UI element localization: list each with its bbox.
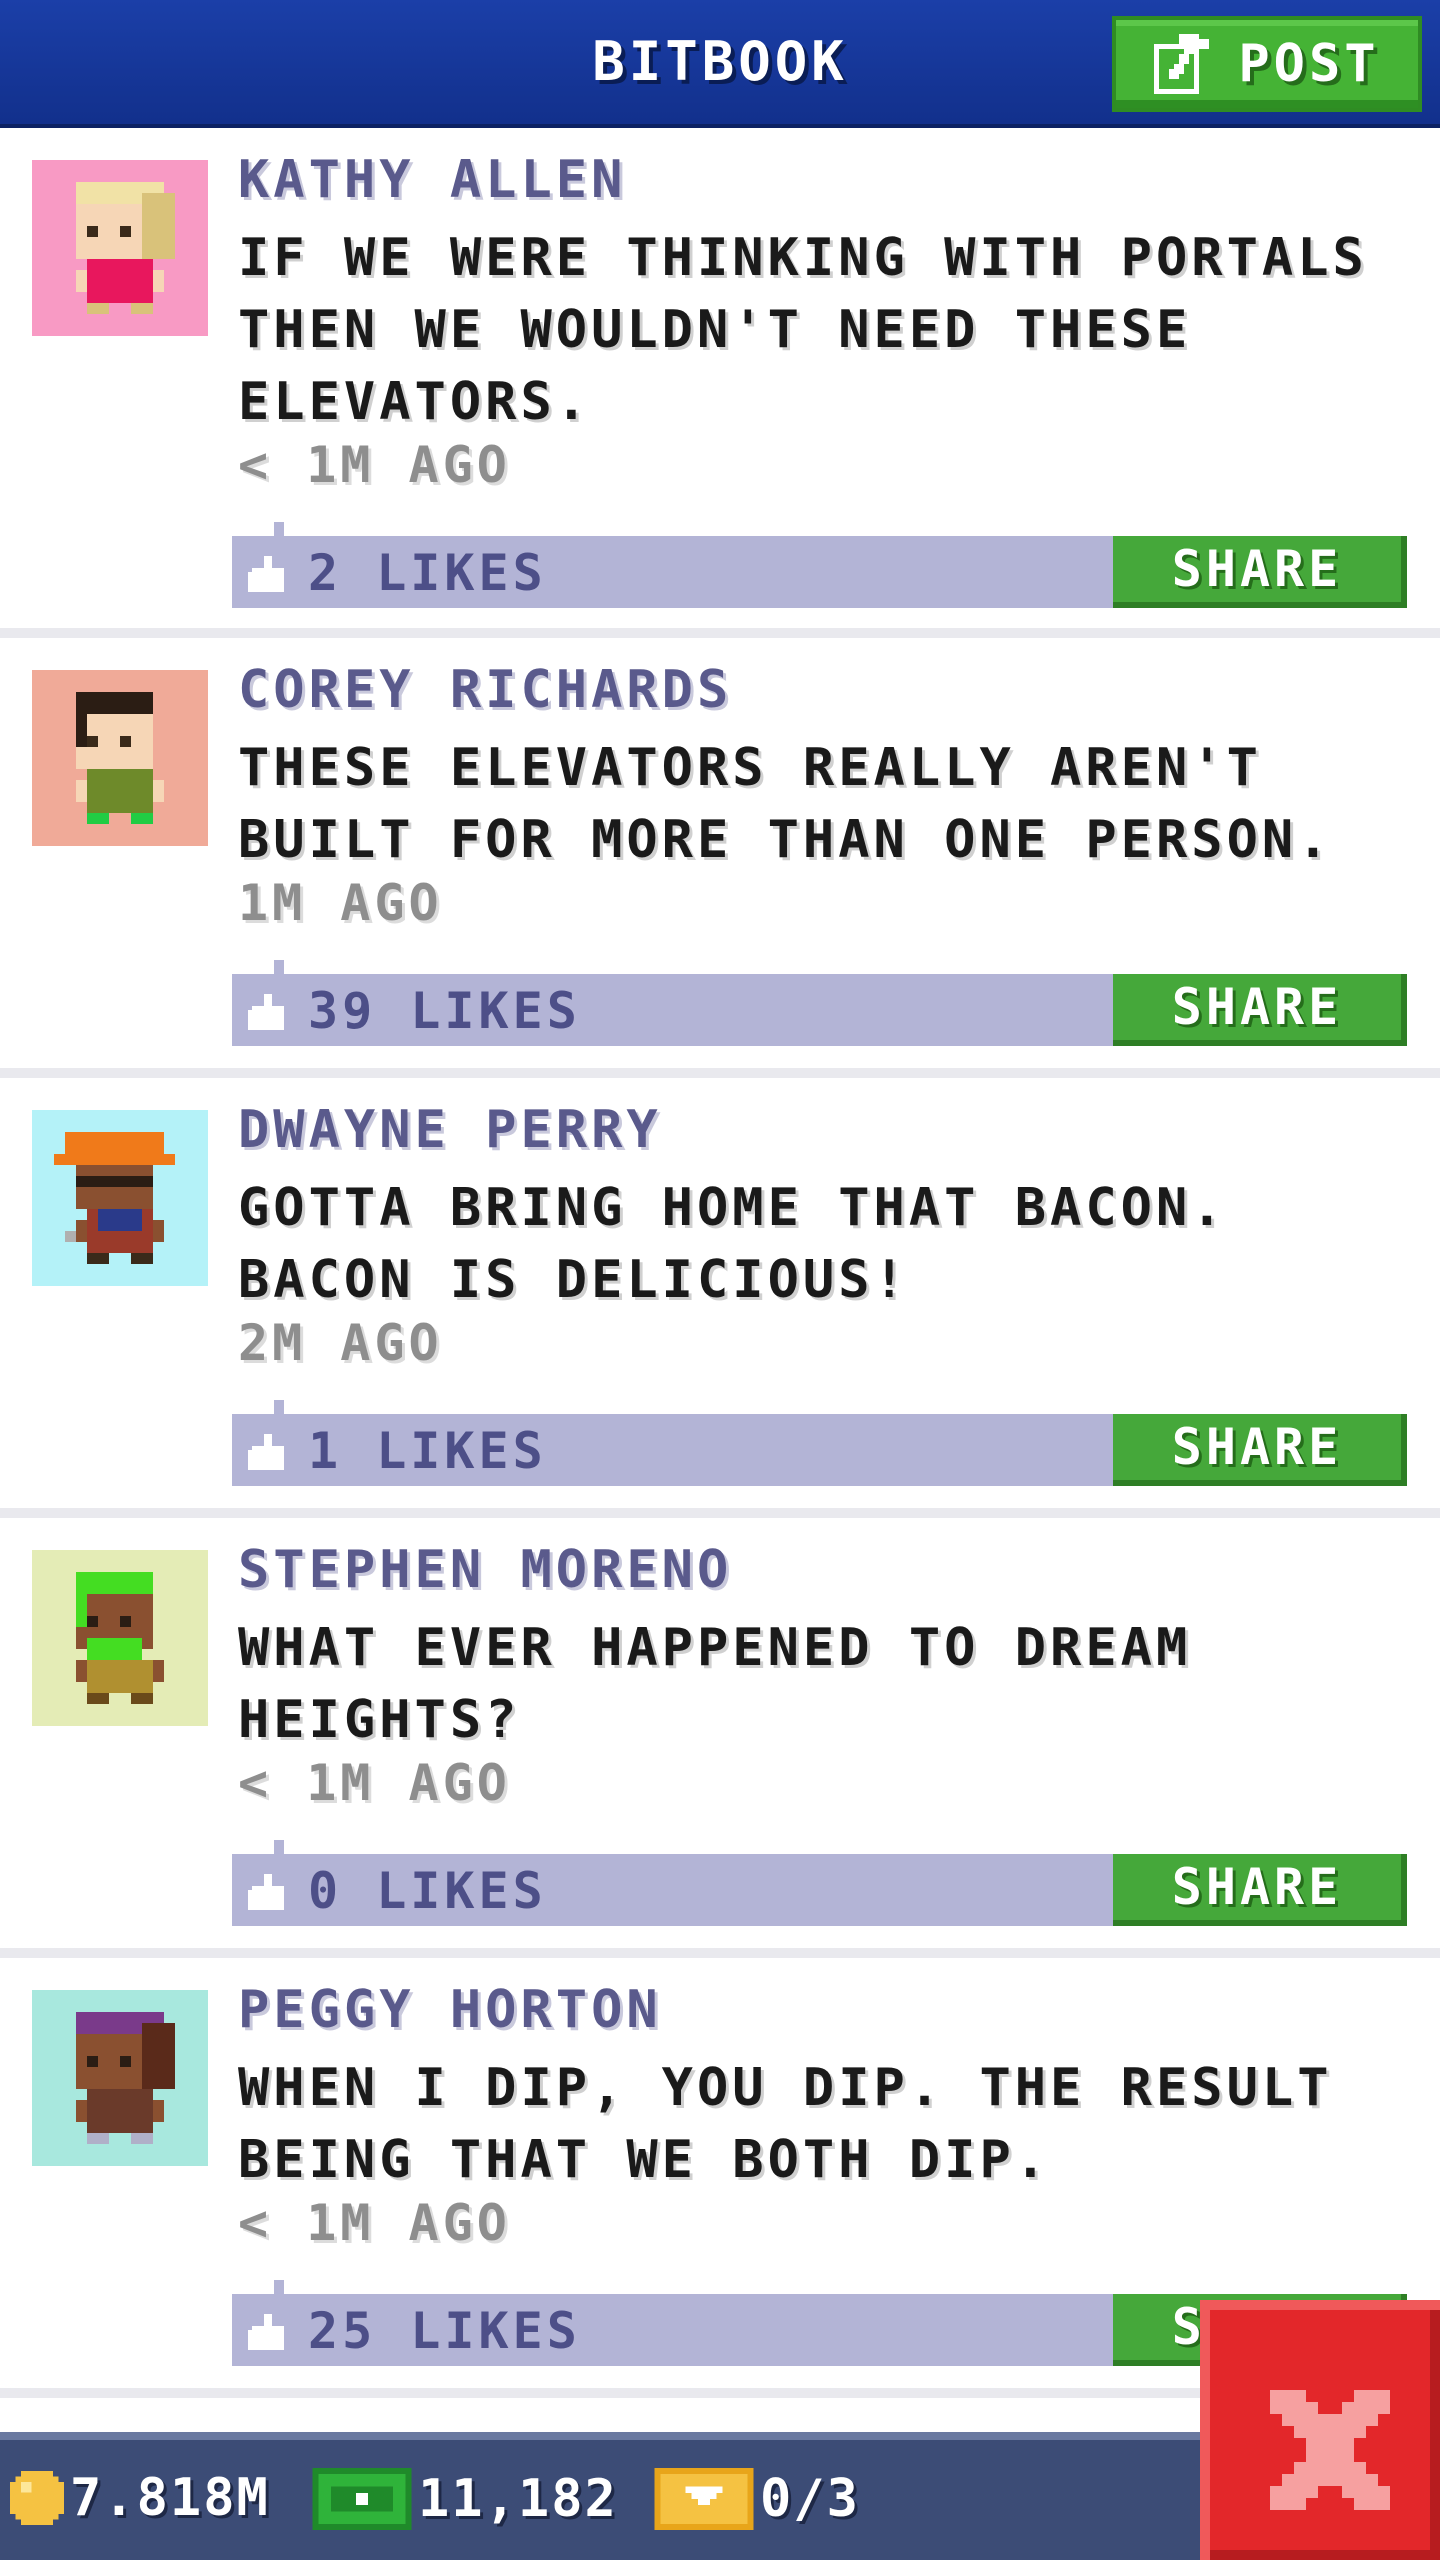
share-button[interactable]: SHARE — [1113, 1854, 1407, 1926]
post-message: GOTTA BRING HOME THAT BACON. BACON IS DE… — [238, 1178, 1227, 1310]
feed-post: COREY RICHARDS THESE ELEVATORS REALLY AR… — [0, 638, 1440, 1078]
feed-post: KATHY ALLEN IF WE WERE THINKING WITH POR… — [0, 128, 1440, 638]
avatar-corey-richards-icon — [32, 670, 208, 846]
close-button[interactable] — [1200, 2300, 1440, 2560]
likes-count[interactable]: 2 LIKES — [308, 544, 547, 602]
post-author[interactable]: DWAYNE PERRY — [238, 1100, 662, 1160]
tickets-stat: 0/3 — [654, 2468, 860, 2530]
post-message: WHAT EVER HAPPENED TO DREAM HEIGHTS? — [238, 1618, 1192, 1750]
feed-post: STEPHEN MORENO WHAT EVER HAPPENED TO DRE… — [0, 1518, 1440, 1958]
post-button-label: POST — [1238, 34, 1380, 94]
like-bar: 39 LIKES SHARE — [232, 960, 1407, 1046]
share-button[interactable]: SHARE — [1113, 536, 1407, 608]
like-bar: 2 LIKES SHARE — [232, 522, 1407, 608]
avatar — [32, 670, 208, 846]
compose-icon — [1154, 34, 1210, 94]
post-message: THESE ELEVATORS REALLY AREN'T BUILT FOR … — [238, 738, 1333, 870]
feed-post: DWAYNE PERRY GOTTA BRING HOME THAT BACON… — [0, 1078, 1440, 1518]
share-button[interactable]: SHARE — [1113, 1414, 1407, 1486]
like-bar: 1 LIKES SHARE — [232, 1400, 1407, 1486]
post-time: < 1M AGO — [238, 436, 511, 494]
avatar-stephen-moreno-icon — [32, 1550, 208, 1726]
avatar — [32, 1990, 208, 2166]
post-author[interactable]: KATHY ALLEN — [238, 150, 626, 210]
share-button[interactable]: SHARE — [1113, 974, 1407, 1046]
post-author[interactable]: STEPHEN MORENO — [238, 1540, 732, 1600]
avatar-kathy-allen-icon — [32, 160, 208, 336]
bux-value: 11,182 — [418, 2469, 618, 2529]
post-author[interactable]: COREY RICHARDS — [238, 660, 732, 720]
post-time: 2M AGO — [238, 1314, 443, 1372]
post-message: IF WE WERE THINKING WITH PORTALS THEN WE… — [238, 228, 1368, 432]
likes-count[interactable]: 39 LIKES — [308, 982, 581, 1040]
coins-value: 7.818M — [70, 2468, 270, 2528]
app-header: BITBOOK POST — [0, 0, 1440, 128]
avatar-dwayne-perry-icon — [32, 1110, 208, 1286]
like-bar: 0 LIKES SHARE — [232, 1840, 1407, 1926]
avatar — [32, 160, 208, 336]
coins-stat: 7.818M — [10, 2468, 270, 2528]
thumbs-up-icon — [248, 556, 284, 592]
post-time: 1M AGO — [238, 874, 443, 932]
post-time: < 1M AGO — [238, 1754, 511, 1812]
close-icon — [1270, 2390, 1390, 2510]
thumbs-up-icon — [248, 1874, 284, 1910]
news-feed: KATHY ALLEN IF WE WERE THINKING WITH POR… — [0, 128, 1440, 2398]
likes-count[interactable]: 25 LIKES — [308, 2302, 581, 2360]
thumbs-up-icon — [248, 994, 284, 1030]
bux-stat: 11,182 — [312, 2468, 618, 2530]
thumbs-up-icon — [248, 2314, 284, 2350]
tickets-value: 0/3 — [760, 2469, 860, 2529]
avatar-peggy-horton-icon — [32, 1990, 208, 2166]
likes-count[interactable]: 0 LIKES — [308, 1862, 547, 1920]
likes-count[interactable]: 1 LIKES — [308, 1422, 547, 1480]
post-button[interactable]: POST — [1112, 16, 1422, 112]
coin-icon — [10, 2471, 64, 2525]
post-author[interactable]: PEGGY HORTON — [238, 1980, 662, 2040]
thumbs-up-icon — [248, 1434, 284, 1470]
bux-icon — [312, 2468, 412, 2530]
avatar — [32, 1550, 208, 1726]
avatar — [32, 1110, 208, 1286]
ticket-icon — [654, 2468, 754, 2530]
post-time: < 1M AGO — [238, 2194, 511, 2252]
post-message: WHEN I DIP, YOU DIP. THE RESULT BEING TH… — [238, 2058, 1333, 2190]
